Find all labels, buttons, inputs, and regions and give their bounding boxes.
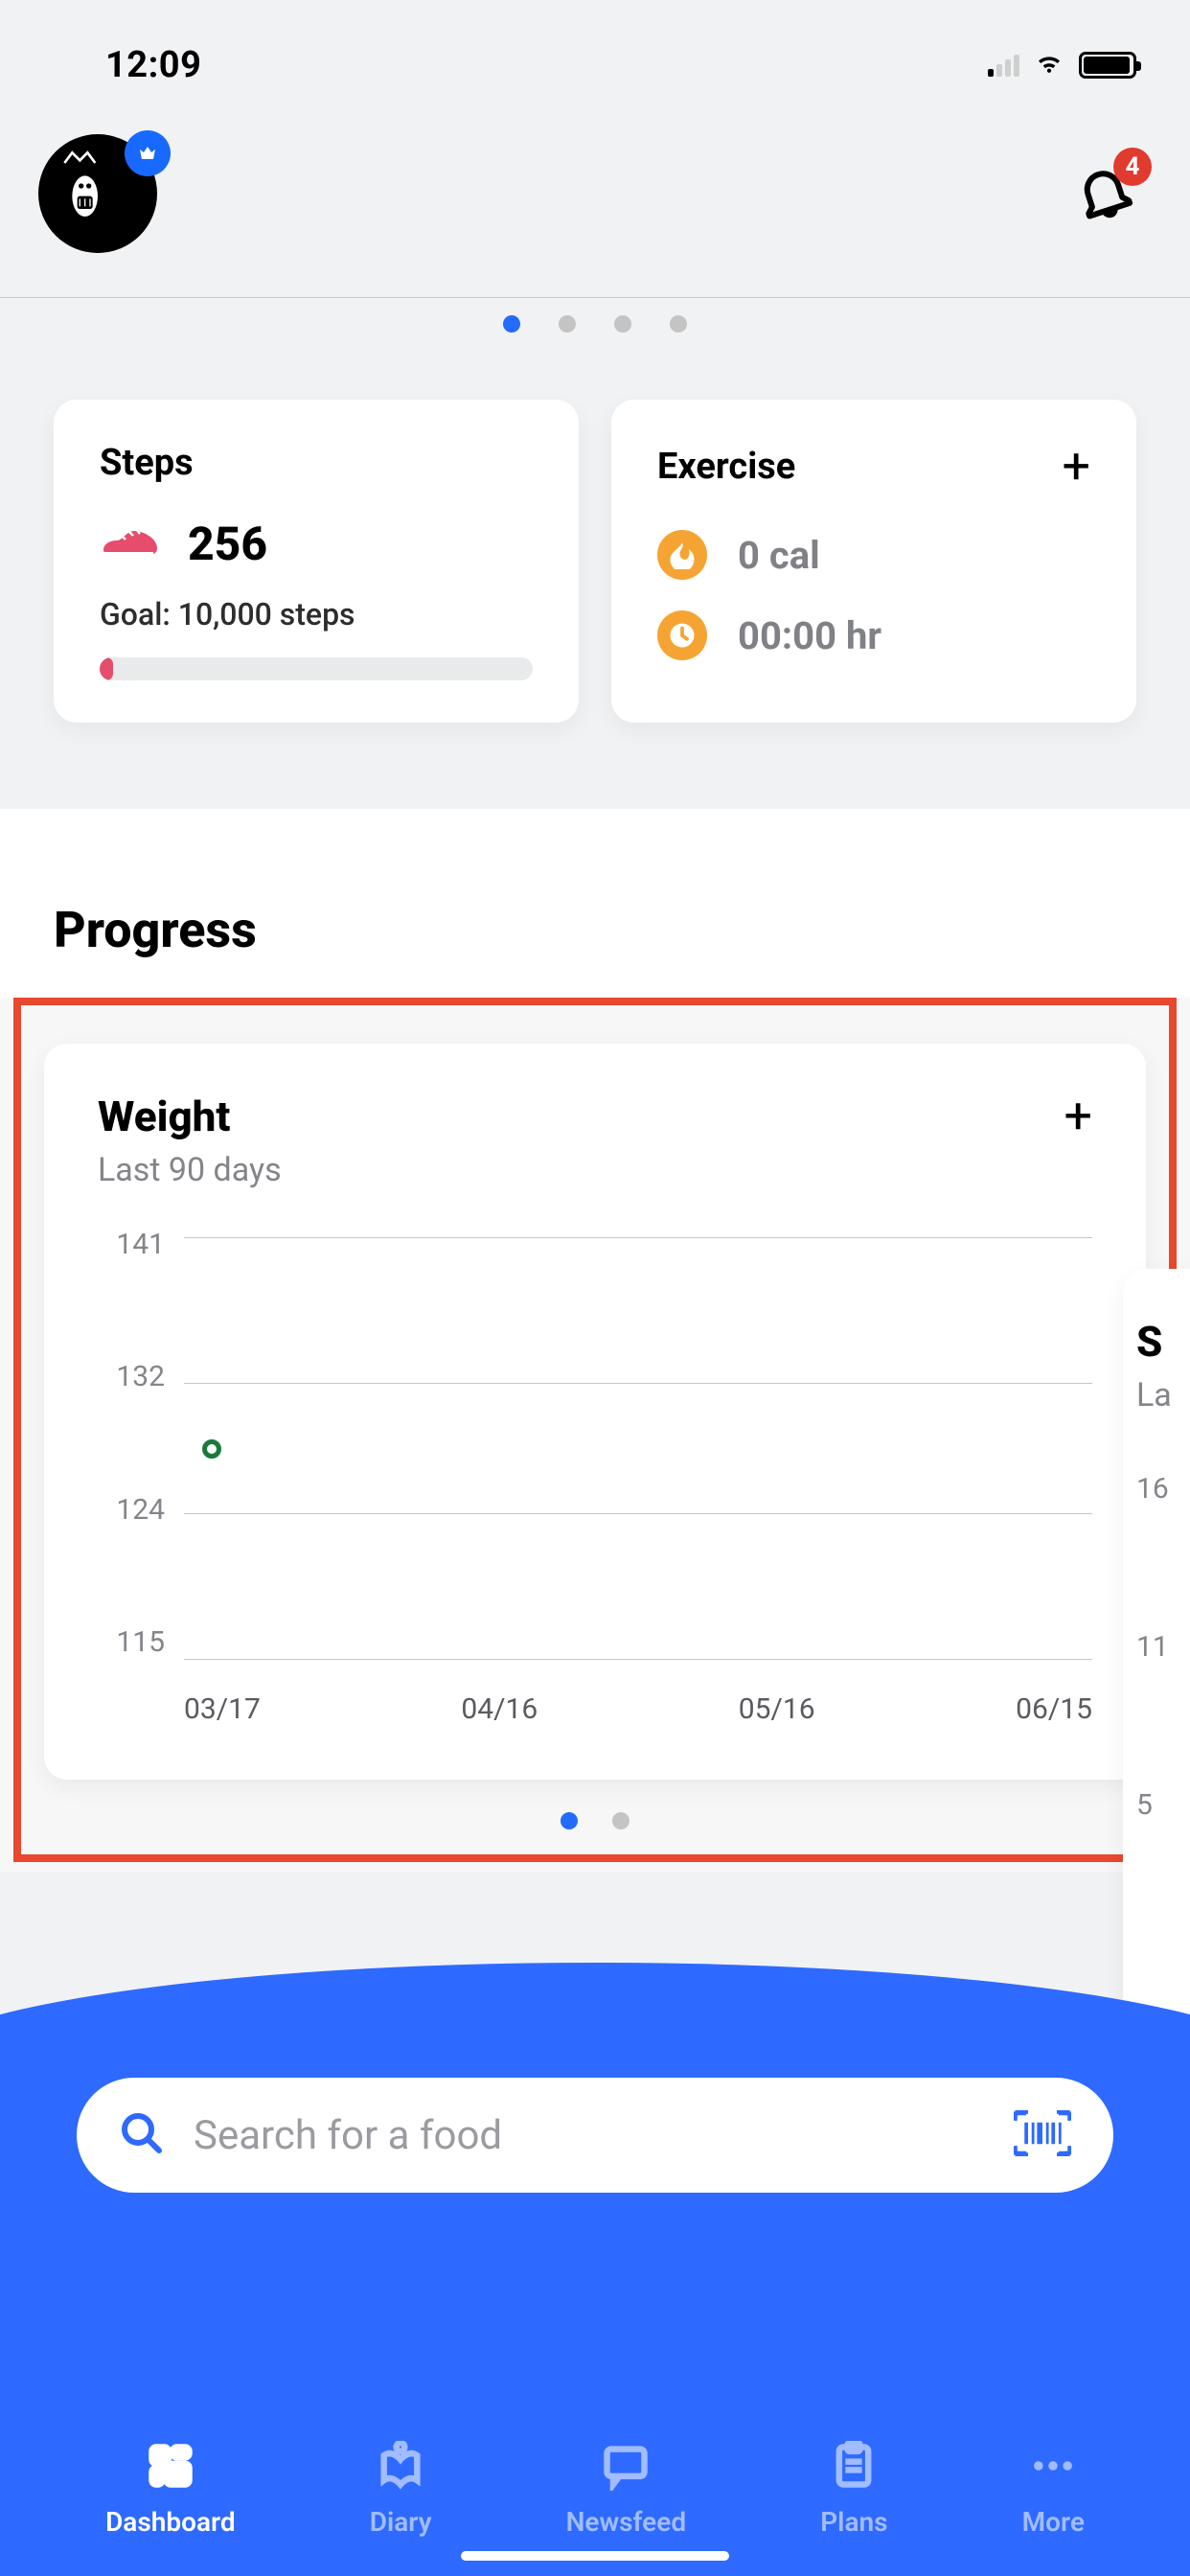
steps-card[interactable]: Steps 256 Goal: 10,000 steps — [54, 400, 579, 723]
weight-card-subtitle: Last 90 days — [98, 1151, 282, 1189]
carousel-dot[interactable] — [614, 315, 631, 333]
tab-dashboard[interactable]: Dashboard — [105, 2439, 236, 2538]
y-tick: 132 — [98, 1360, 165, 1393]
tab-label: More — [1022, 2506, 1085, 2538]
tab-label: Dashboard — [105, 2506, 236, 2538]
tab-more[interactable]: More — [1022, 2439, 1085, 2538]
chart-data-point — [202, 1439, 221, 1459]
exercise-calories: 0 cal — [738, 533, 820, 578]
plans-icon — [827, 2439, 881, 2493]
wifi-icon — [1033, 47, 1065, 83]
app-header: 4 — [0, 105, 1190, 297]
steps-title: Steps — [100, 442, 533, 484]
tab-label: Plans — [820, 2506, 887, 2538]
status-time: 12:09 — [54, 44, 201, 86]
notifications-button[interactable]: 4 — [1073, 163, 1136, 230]
barcode-scan-button[interactable] — [1014, 2110, 1071, 2160]
next-progress-card-peek[interactable]: S La 16 11 5 — [1123, 1269, 1190, 2026]
annotation-highlight-box: Weight Last 90 days + 141 132 124 115 — [13, 998, 1177, 1862]
add-exercise-button[interactable]: + — [1062, 442, 1090, 492]
peek-y-tick: 16 — [1136, 1472, 1190, 1506]
tab-label: Newsfeed — [566, 2506, 686, 2538]
progress-carousel-area: Weight Last 90 days + 141 132 124 115 — [0, 998, 1190, 1872]
newsfeed-icon — [599, 2439, 652, 2493]
chart-y-axis: 141 132 124 115 — [98, 1228, 165, 1659]
search-icon — [119, 2110, 165, 2160]
weight-card-title: Weight — [98, 1092, 282, 1141]
tab-diary[interactable]: Diary — [370, 2439, 432, 2538]
y-tick: 141 — [98, 1228, 165, 1261]
tab-newsfeed[interactable]: Newsfeed — [566, 2439, 686, 2538]
battery-icon — [1079, 52, 1136, 79]
carousel-dot[interactable] — [503, 315, 520, 333]
y-tick: 115 — [98, 1625, 165, 1659]
steps-goal: Goal: 10,000 steps — [100, 596, 533, 632]
y-tick: 124 — [98, 1493, 165, 1527]
exercise-title: Exercise — [657, 446, 795, 488]
dashboard-icon — [144, 2439, 197, 2493]
peek-y-tick: 11 — [1136, 1630, 1190, 1664]
x-tick: 06/15 — [1016, 1692, 1092, 1726]
x-tick: 04/16 — [461, 1692, 538, 1726]
chart-gridlines — [184, 1237, 1092, 1659]
exercise-duration: 00:00 hr — [738, 613, 881, 658]
tab-bar: Dashboard Diary Newsfeed Plans — [0, 2439, 1190, 2538]
add-weight-button[interactable]: + — [1064, 1092, 1092, 1141]
steps-progress-bar — [100, 657, 533, 680]
carousel-indicator-top — [0, 298, 1190, 352]
flame-icon — [657, 530, 707, 580]
peek-subtitle: La — [1136, 1376, 1190, 1414]
home-indicator[interactable] — [461, 2551, 729, 2561]
weight-card[interactable]: Weight Last 90 days + 141 132 124 115 — [44, 1044, 1146, 1780]
x-tick: 05/16 — [739, 1692, 815, 1726]
food-search-bar[interactable]: Search for a food — [77, 2078, 1113, 2193]
progress-section: Progress — [0, 809, 1190, 998]
tab-plans[interactable]: Plans — [820, 2439, 887, 2538]
profile-button[interactable] — [38, 134, 163, 259]
more-icon — [1026, 2439, 1080, 2493]
tab-label: Diary — [370, 2506, 432, 2538]
carousel-dot[interactable] — [561, 1812, 578, 1829]
peek-title: S — [1136, 1317, 1190, 1367]
status-icons — [988, 47, 1136, 83]
diary-icon — [374, 2439, 427, 2493]
progress-section-title: Progress — [0, 862, 1190, 998]
carousel-dot[interactable] — [670, 315, 687, 333]
x-tick: 03/17 — [184, 1692, 261, 1726]
steps-progress-fill — [100, 657, 113, 680]
shoe-icon — [100, 519, 161, 569]
carousel-dot[interactable] — [612, 1812, 629, 1829]
clock-icon — [657, 610, 707, 660]
chart-x-axis: 03/17 04/16 05/16 06/15 — [184, 1692, 1092, 1726]
premium-badge-icon — [125, 130, 171, 176]
peek-y-tick: 5 — [1136, 1788, 1190, 1822]
weight-chart: 141 132 124 115 03/17 04/16 — [98, 1228, 1092, 1726]
steps-count: 256 — [188, 517, 267, 571]
search-placeholder: Search for a food — [194, 2112, 985, 2159]
bottom-section: Search for a food Dashboard Diary — [0, 2011, 1190, 2576]
status-bar: 12:09 — [0, 0, 1190, 105]
cellular-signal-icon — [988, 54, 1019, 77]
notification-count-badge: 4 — [1113, 148, 1152, 186]
progress-carousel-indicator — [44, 1780, 1146, 1845]
summary-cards-row: Steps 256 Goal: 10,000 steps Exercise + — [0, 352, 1190, 809]
exercise-card[interactable]: Exercise + 0 cal 00:00 hr — [611, 400, 1136, 723]
carousel-dot[interactable] — [559, 315, 576, 333]
